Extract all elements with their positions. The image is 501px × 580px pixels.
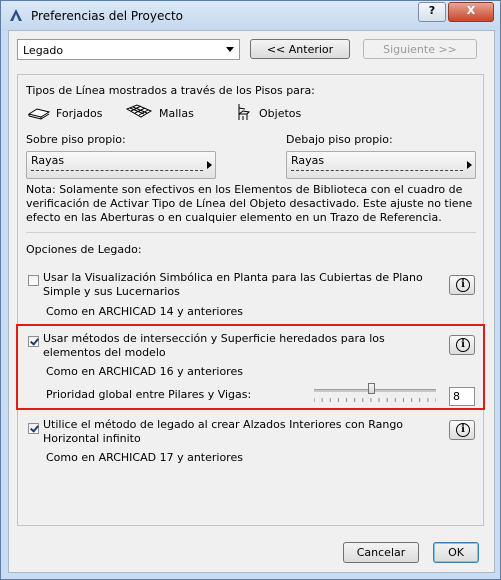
note-text: Nota: Solamente son efectivos en los Ele… (26, 183, 473, 224)
chevron-down-icon (226, 47, 234, 52)
symbolic-roof-checkbox[interactable] (28, 275, 39, 286)
ok-button[interactable]: OK (433, 542, 479, 563)
close-icon: X (466, 4, 476, 17)
dashed-line-preview (31, 170, 203, 171)
dashed-line-preview (291, 170, 463, 171)
info-button-1[interactable]: i (449, 275, 475, 295)
dialog-body: Legado << Anterior Siguiente >> Tipos de… (8, 30, 495, 573)
above-floor-linetype-selector[interactable]: Rayas (26, 151, 216, 179)
legacy-interior-elevation-label: Utilice el método de legado al crear Alz… (43, 418, 404, 445)
legacy-heading: Opciones de Legado: (26, 243, 142, 256)
help-icon: ? (428, 4, 436, 17)
info-icon: i (456, 278, 470, 292)
slab-icon (27, 108, 51, 120)
preferences-window: Preferencias del Proyecto ? X Legado << … (0, 0, 501, 580)
below-floor-linetype-value: Rayas (291, 154, 325, 167)
legacy-interior-elevation-checkbox[interactable] (28, 423, 39, 434)
cancel-button[interactable]: Cancelar (343, 542, 419, 563)
next-button[interactable]: Siguiente >> (363, 39, 477, 59)
chevron-right-icon (207, 161, 212, 169)
window-title: Preferencias del Proyecto (31, 9, 184, 23)
below-floor-label: Debajo piso propio: (286, 133, 393, 146)
info-button-3[interactable]: i (449, 420, 475, 440)
section-dropdown[interactable]: Legado (17, 39, 240, 60)
mesh-icon (125, 104, 153, 118)
line-types-heading: Tipos de Línea mostrados a través de los… (26, 84, 315, 97)
archicad-app-icon (10, 9, 22, 21)
section-dropdown-value: Legado (23, 44, 64, 57)
info-icon: i (456, 423, 470, 437)
symbolic-roof-label: Usar la Visualización Simbólica en Plant… (43, 271, 423, 298)
chevron-right-icon (467, 161, 472, 169)
title-bar: Preferencias del Proyecto ? X (1, 1, 500, 31)
above-floor-linetype-value: Rayas (31, 154, 65, 167)
close-button[interactable]: X (448, 2, 494, 22)
help-button[interactable]: ? (418, 2, 446, 22)
symbolic-roof-subtext: Como en ARCHICAD 14 y anteriores (46, 305, 243, 318)
previous-button[interactable]: << Anterior (250, 39, 350, 59)
highlight-frame (16, 324, 485, 410)
divider (26, 232, 476, 233)
slab-label: Forjados (56, 107, 103, 120)
mesh-label: Mallas (159, 107, 194, 120)
objects-label: Objetos (259, 107, 302, 120)
chair-icon (238, 104, 251, 120)
below-floor-linetype-selector[interactable]: Rayas (286, 151, 476, 179)
legacy-interior-elevation-subtext: Como en ARCHICAD 17 y anteriores (46, 451, 243, 464)
above-floor-label: Sobre piso propio: (26, 133, 126, 146)
